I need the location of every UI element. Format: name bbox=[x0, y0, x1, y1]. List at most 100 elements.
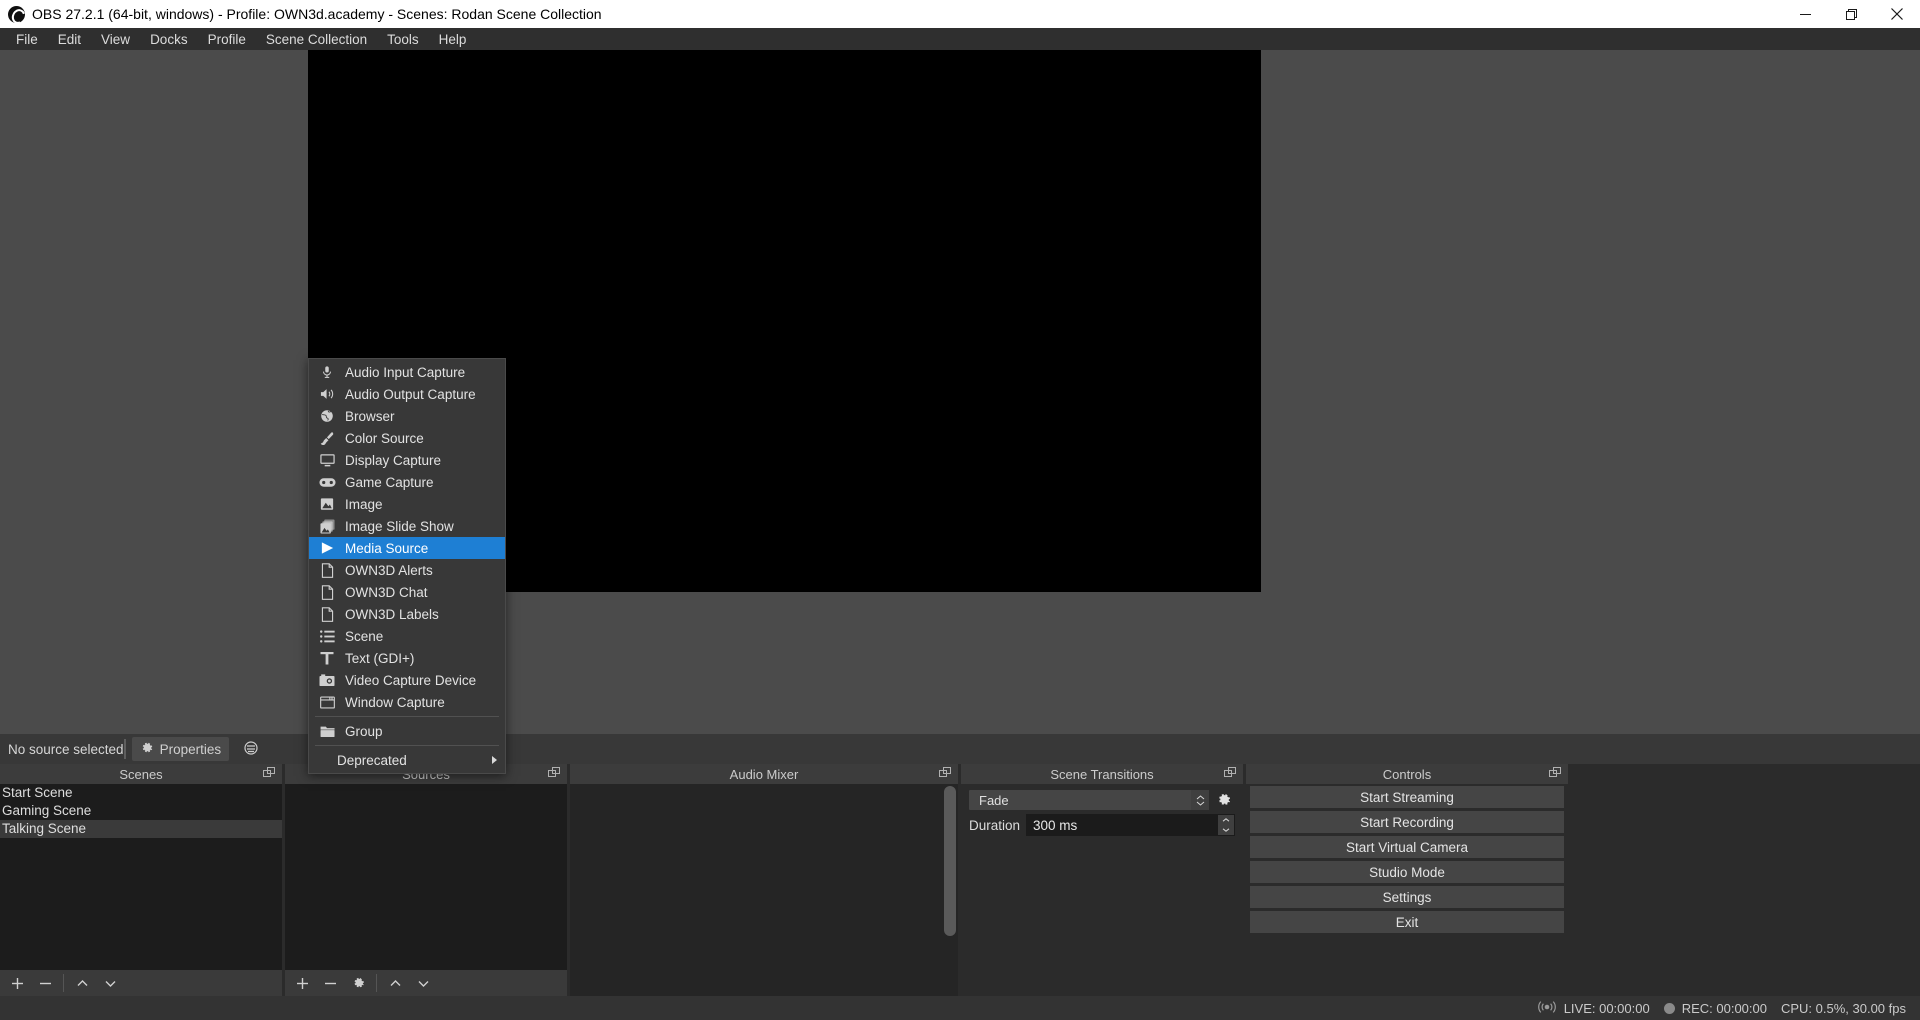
controls-body: Start Streaming Start Recording Start Vi… bbox=[1246, 784, 1568, 996]
transition-value: Fade bbox=[979, 793, 1009, 808]
exit-button[interactable]: Exit bbox=[1250, 911, 1564, 933]
transition-properties-icon[interactable] bbox=[1213, 790, 1235, 810]
audio-mixer-body[interactable] bbox=[570, 784, 958, 996]
footer-divider bbox=[63, 974, 64, 992]
menu-item-window-capture[interactable]: Window Capture bbox=[309, 691, 505, 713]
menu-item-audio-input-capture[interactable]: Audio Input Capture bbox=[309, 361, 505, 383]
menu-item-label: OWN3D Labels bbox=[345, 607, 439, 622]
menu-item-label: Video Capture Device bbox=[345, 673, 476, 688]
vertical-scrollbar[interactable] bbox=[944, 786, 956, 936]
minus-icon[interactable] bbox=[317, 971, 343, 995]
menu-separator bbox=[315, 745, 499, 746]
start-virtual-camera-button[interactable]: Start Virtual Camera bbox=[1250, 836, 1564, 858]
menu-item-own3d-chat[interactable]: OWN3D Chat bbox=[309, 581, 505, 603]
menu-item-media-source[interactable]: Media Source bbox=[309, 537, 505, 559]
start-streaming-button[interactable]: Start Streaming bbox=[1250, 786, 1564, 808]
gear-icon[interactable] bbox=[345, 971, 371, 995]
menu-item-label: Media Source bbox=[345, 541, 428, 556]
spinner-up-icon[interactable] bbox=[1218, 815, 1234, 825]
controls-dock-title: Controls bbox=[1246, 764, 1568, 784]
menu-item-game-capture[interactable]: Game Capture bbox=[309, 471, 505, 493]
transitions-body: Fade Duration 300 ms bbox=[961, 784, 1243, 996]
menu-item-audio-output-capture[interactable]: Audio Output Capture bbox=[309, 383, 505, 405]
undock-icon[interactable] bbox=[548, 767, 561, 780]
menu-item-scene[interactable]: Scene bbox=[309, 625, 505, 647]
spinner-arrows-icon[interactable] bbox=[1191, 790, 1209, 810]
menu-help[interactable]: Help bbox=[429, 30, 477, 49]
list-icon bbox=[317, 628, 337, 644]
undock-icon[interactable] bbox=[1549, 767, 1562, 780]
sources-list[interactable] bbox=[285, 784, 567, 970]
duration-input[interactable]: 300 ms bbox=[1026, 814, 1235, 836]
source-toolbar: No source selected Properties bbox=[0, 734, 1920, 764]
menu-scene-collection[interactable]: Scene Collection bbox=[256, 30, 377, 49]
menu-item-text-gdi[interactable]: Text (GDI+) bbox=[309, 647, 505, 669]
transition-select[interactable]: Fade bbox=[969, 790, 1209, 810]
undock-icon[interactable] bbox=[939, 767, 952, 780]
workspace-area bbox=[0, 50, 1920, 734]
folder-icon bbox=[317, 723, 337, 739]
chevron-up-icon[interactable] bbox=[69, 971, 95, 995]
plus-icon[interactable] bbox=[4, 971, 30, 995]
menu-item-image[interactable]: Image bbox=[309, 493, 505, 515]
cpu-status: CPU: 0.5%, 30.00 fps bbox=[1781, 1001, 1906, 1016]
menu-edit[interactable]: Edit bbox=[48, 30, 91, 49]
list-item[interactable]: Gaming Scene bbox=[0, 802, 282, 820]
menu-file[interactable]: File bbox=[6, 30, 48, 49]
menu-profile[interactable]: Profile bbox=[198, 30, 256, 49]
menu-item-deprecated[interactable]: Deprecated bbox=[309, 749, 505, 771]
menu-item-label: Display Capture bbox=[345, 453, 441, 468]
undock-icon[interactable] bbox=[263, 767, 276, 780]
menu-item-own3d-alerts[interactable]: OWN3D Alerts bbox=[309, 559, 505, 581]
window-icon bbox=[317, 694, 337, 710]
menu-item-label: Window Capture bbox=[345, 695, 445, 710]
plus-icon[interactable] bbox=[289, 971, 315, 995]
chevron-down-icon[interactable] bbox=[410, 971, 436, 995]
menu-item-display-capture[interactable]: Display Capture bbox=[309, 449, 505, 471]
window-title: OBS 27.2.1 (64-bit, windows) - Profile: … bbox=[32, 6, 1782, 22]
menu-view[interactable]: View bbox=[91, 30, 140, 49]
list-item[interactable]: Talking Scene bbox=[0, 820, 282, 838]
menu-tools[interactable]: Tools bbox=[377, 30, 429, 49]
studio-mode-button[interactable]: Studio Mode bbox=[1250, 861, 1564, 883]
document-icon bbox=[317, 606, 337, 622]
menu-bar: File Edit View Docks Profile Scene Colle… bbox=[0, 28, 1920, 50]
menu-item-group[interactable]: Group bbox=[309, 720, 505, 742]
minimize-icon[interactable] bbox=[1782, 0, 1828, 28]
menu-item-own3d-labels[interactable]: OWN3D Labels bbox=[309, 603, 505, 625]
menu-item-image-slide-show[interactable]: Image Slide Show bbox=[309, 515, 505, 537]
minus-icon[interactable] bbox=[32, 971, 58, 995]
filters-button[interactable] bbox=[235, 737, 267, 761]
start-recording-button[interactable]: Start Recording bbox=[1250, 811, 1564, 833]
filters-icon bbox=[243, 740, 259, 759]
chevron-up-icon[interactable] bbox=[382, 971, 408, 995]
spinner-down-icon[interactable] bbox=[1218, 825, 1234, 835]
menu-item-label: Image bbox=[345, 497, 383, 512]
settings-button[interactable]: Settings bbox=[1250, 886, 1564, 908]
add-source-context-menu[interactable]: Audio Input Capture Audio Output Capture… bbox=[308, 358, 506, 774]
toolbar-divider bbox=[124, 739, 126, 759]
menu-docks[interactable]: Docks bbox=[140, 30, 198, 49]
menu-item-label: Color Source bbox=[345, 431, 424, 446]
menu-item-browser[interactable]: Browser bbox=[309, 405, 505, 427]
list-item[interactable]: Start Scene bbox=[0, 784, 282, 802]
scenes-dock-title: Scenes bbox=[0, 764, 282, 784]
undock-icon[interactable] bbox=[1224, 767, 1237, 780]
paintbrush-icon bbox=[317, 430, 337, 446]
close-icon[interactable] bbox=[1874, 0, 1920, 28]
menu-separator bbox=[315, 716, 499, 717]
properties-button[interactable]: Properties bbox=[132, 737, 230, 761]
menu-item-color-source[interactable]: Color Source bbox=[309, 427, 505, 449]
duration-value: 300 ms bbox=[1033, 818, 1077, 833]
transitions-dock-title: Scene Transitions bbox=[961, 764, 1243, 784]
duration-spinner[interactable] bbox=[1218, 815, 1234, 835]
maximize-icon[interactable] bbox=[1828, 0, 1874, 28]
scenes-list[interactable]: Start Scene Gaming Scene Talking Scene bbox=[0, 784, 282, 970]
scenes-footer bbox=[0, 970, 282, 996]
gear-icon bbox=[140, 741, 154, 758]
chevron-right-icon bbox=[492, 756, 497, 764]
chevron-down-icon[interactable] bbox=[97, 971, 123, 995]
controls-dock: Controls Start Streaming Start Recording… bbox=[1246, 764, 1568, 996]
menu-item-label: Game Capture bbox=[345, 475, 434, 490]
menu-item-video-capture-device[interactable]: Video Capture Device bbox=[309, 669, 505, 691]
